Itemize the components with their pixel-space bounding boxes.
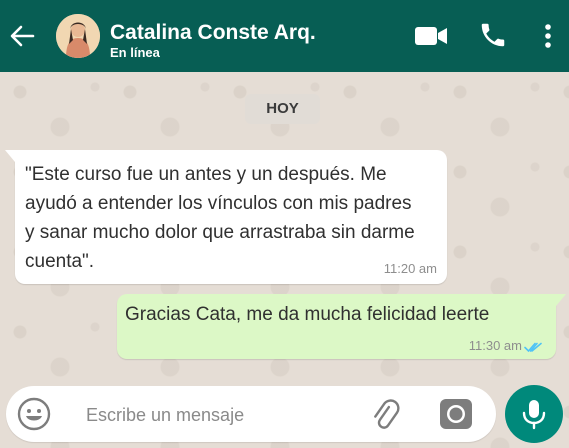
camera-icon[interactable] xyxy=(438,396,474,432)
contact-avatar[interactable] xyxy=(56,14,100,58)
chat-header: Catalina Conste Arq. En línea xyxy=(0,0,569,72)
back-arrow-icon[interactable] xyxy=(6,20,38,52)
video-call-icon[interactable] xyxy=(414,24,448,48)
message-composer xyxy=(6,386,496,442)
emoji-icon[interactable] xyxy=(16,396,52,432)
message-input[interactable] xyxy=(84,399,358,431)
message-text: "Este curso fue un antes y un después. M… xyxy=(25,164,415,272)
attach-icon[interactable] xyxy=(366,396,402,432)
message-time: 11:30 am xyxy=(468,338,522,353)
date-chip: HOY xyxy=(245,94,320,124)
mic-button[interactable] xyxy=(505,385,563,443)
read-ticks-icon xyxy=(524,342,542,353)
more-options-icon[interactable] xyxy=(540,23,556,51)
message-text: Gracias Cata, me da mucha felicidad leer… xyxy=(125,304,490,325)
outgoing-message-bubble[interactable]: Gracias Cata, me da mucha felicidad leer… xyxy=(117,294,566,359)
phone-icon[interactable] xyxy=(478,20,508,50)
avatar-illustration xyxy=(56,14,100,58)
contact-status: En línea xyxy=(110,45,160,60)
incoming-message-bubble[interactable]: "Este curso fue un antes y un después. M… xyxy=(5,150,447,284)
contact-name[interactable]: Catalina Conste Arq. xyxy=(110,21,316,45)
message-time: 11:20 am xyxy=(383,261,437,276)
mic-icon xyxy=(522,400,546,430)
